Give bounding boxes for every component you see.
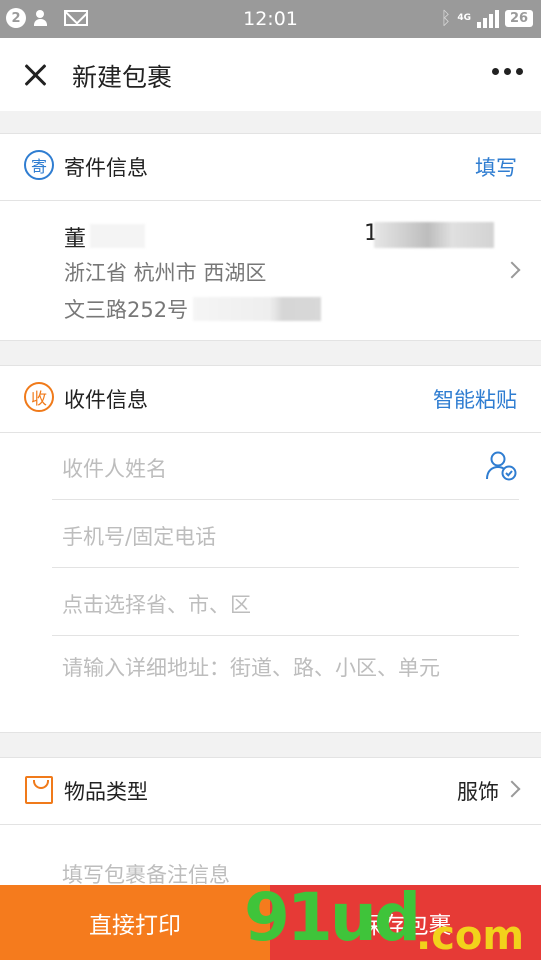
save-parcel-button[interactable]: 保存包裹 [270,885,541,960]
receiver-section-label: 收件信息 [64,388,148,412]
signal-icon [477,9,499,28]
item-type-label: 物品类型 [64,780,148,804]
redacted-block [90,224,145,248]
contact-book-icon[interactable] [485,449,517,481]
receiver-region-field[interactable]: 点击选择省、市、区 [62,589,251,619]
app-header: 新建包裹 [0,38,541,111]
bottom-action-bar: 直接打印 保存包裹 [0,885,541,960]
receive-icon: 收 [24,382,54,412]
fill-sender-button[interactable]: 填写 [475,152,517,182]
divider [52,635,519,636]
sender-region: 浙江省 杭州市 西湖区 [64,261,267,285]
divider [52,567,519,568]
network-type: 4G [457,13,471,23]
item-type-value: 服饰 [457,780,499,804]
receiver-name-field[interactable]: 收件人姓名 [62,453,167,483]
divider [0,824,541,825]
print-directly-button[interactable]: 直接打印 [0,885,270,960]
more-options-icon[interactable] [492,68,523,75]
save-parcel-label: 保存包裹 [359,912,452,939]
receiver-address-field[interactable]: 请输入详细地址：街道、路、小区、单元 [62,652,440,682]
send-icon: 寄 [24,150,54,180]
close-icon[interactable] [20,60,50,90]
battery-level: 26 [505,10,533,27]
sender-section-header: 寄 寄件信息 填写 [0,133,541,199]
status-bar: 2 12:01 ᛒ 4G 26 [0,0,541,38]
smart-paste-button[interactable]: 智能粘贴 [433,384,517,414]
receiver-phone-field[interactable]: 手机号/固定电话 [62,521,216,551]
divider [0,432,541,433]
sender-section-label: 寄件信息 [64,156,148,180]
divider [52,499,519,500]
redacted-block [193,297,321,321]
bluetooth-icon: ᛒ [440,8,452,29]
sender-street: 文三路252号 [64,298,189,322]
page-title: 新建包裹 [72,63,173,92]
redacted-block [374,222,494,248]
receiver-section-header: 收 收件信息 智能粘贴 [0,365,541,431]
sender-name: 董 [64,227,87,252]
divider [0,200,541,201]
